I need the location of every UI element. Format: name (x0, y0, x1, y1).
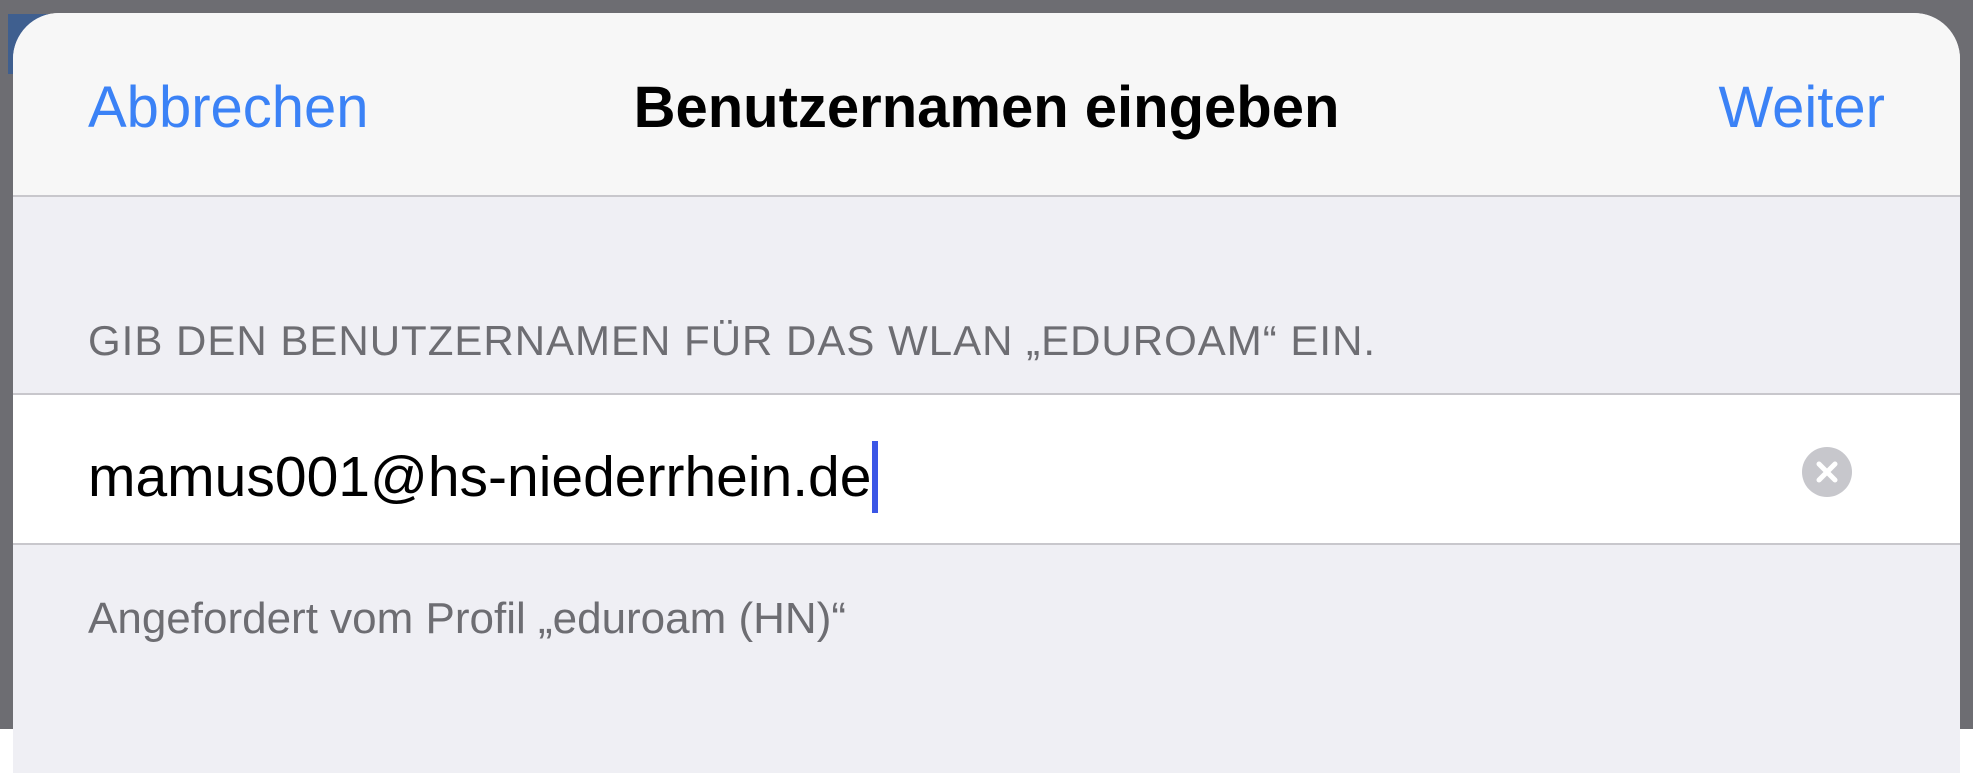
sheet-title: Benutzernamen eingeben (633, 75, 1340, 140)
text-caret (872, 441, 879, 513)
section-header: GIB DEN BENUTZERNAMEN FÜR DAS WLAN „EDUR… (88, 317, 1377, 364)
username-field[interactable]: mamus001@hs-niederrhein.de (88, 441, 879, 513)
navigation-bar: Abbrechen Benutzernamen eingeben Weiter (13, 13, 1960, 197)
next-button[interactable]: Weiter (1718, 79, 1885, 137)
username-input-row[interactable]: mamus001@hs-niederrhein.de (13, 393, 1960, 545)
clear-x-circle-icon[interactable] (1802, 447, 1852, 497)
username-value: mamus001@hs-niederrhein.de (88, 444, 872, 509)
profile-footer-note: Angefordert vom Profil „eduroam (HN)“ (88, 594, 847, 643)
username-sheet: Abbrechen Benutzernamen eingeben Weiter … (13, 13, 1960, 773)
